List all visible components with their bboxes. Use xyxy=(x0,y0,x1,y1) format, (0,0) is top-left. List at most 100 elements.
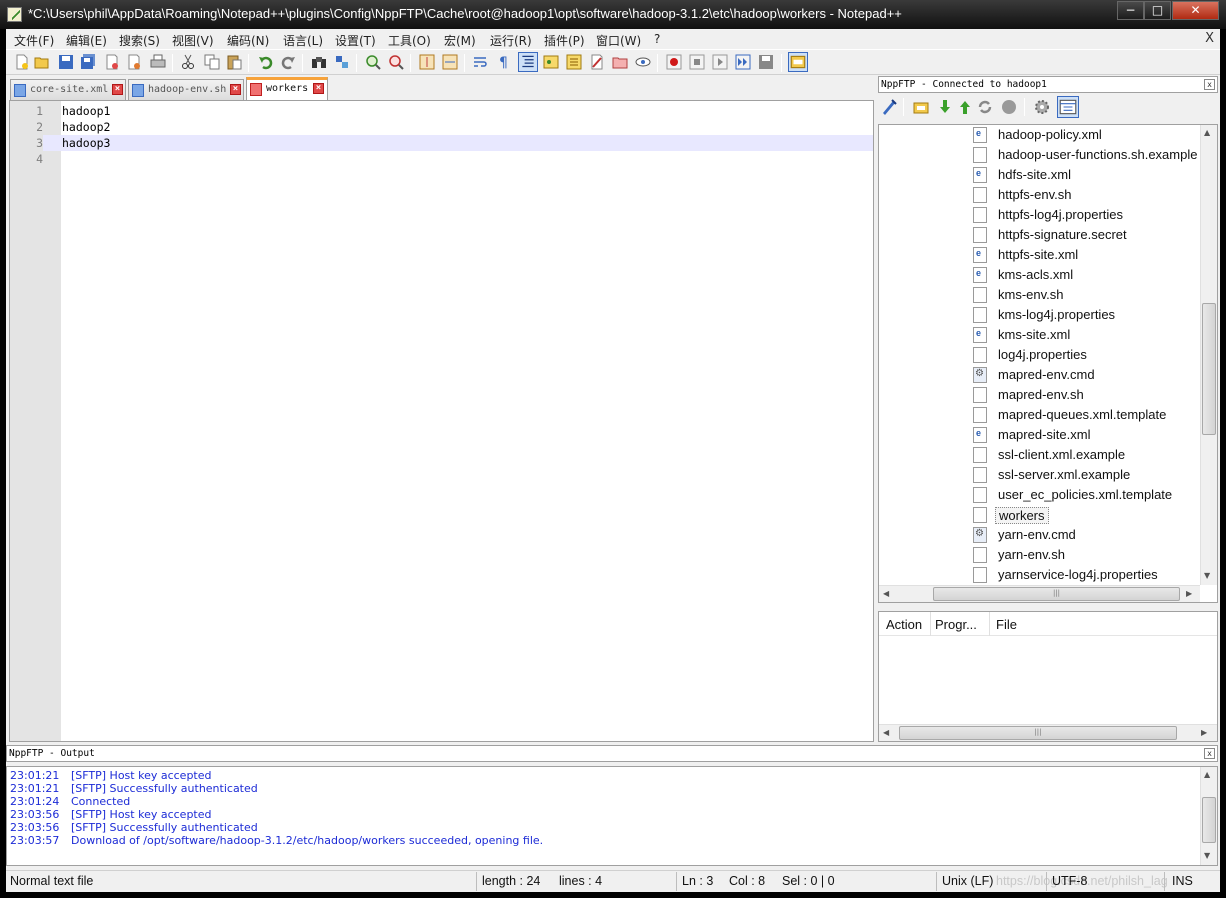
download-icon[interactable] xyxy=(936,98,954,116)
message-window-icon[interactable] xyxy=(1057,96,1079,118)
panel-close-icon[interactable]: x xyxy=(1204,79,1215,90)
tab-core-site-xml[interactable]: core-site.xml × xyxy=(10,79,126,100)
find-icon[interactable] xyxy=(311,54,327,70)
open-file-icon[interactable] xyxy=(34,54,50,70)
sync-vertical-icon[interactable] xyxy=(419,54,435,70)
status-eol[interactable]: Unix (LF) xyxy=(942,874,993,888)
menu-view[interactable]: 视图(V) xyxy=(172,32,214,49)
line-text[interactable]: hadoop1 xyxy=(62,103,110,119)
status-insert-mode[interactable]: INS xyxy=(1172,874,1193,888)
nppftp-show-icon[interactable] xyxy=(788,52,808,72)
line-text[interactable]: hadoop3 xyxy=(62,135,110,151)
replace-icon[interactable] xyxy=(334,54,350,70)
refresh-icon[interactable] xyxy=(976,98,994,116)
scroll-thumb[interactable] xyxy=(1202,303,1216,435)
menu-search[interactable]: 搜索(S) xyxy=(119,32,160,49)
scroll-left-icon[interactable]: ◀ xyxy=(883,728,889,737)
menu-macro[interactable]: 宏(M) xyxy=(444,32,476,49)
menu-file[interactable]: 文件(F) xyxy=(14,32,54,49)
menu-plugins[interactable]: 插件(P) xyxy=(544,32,585,49)
editor-line[interactable]: 1 hadoop1 xyxy=(10,103,873,119)
scroll-down-icon[interactable]: ▼ xyxy=(1204,851,1210,860)
editor-line[interactable]: 4 xyxy=(10,151,873,167)
scroll-up-icon[interactable]: ▲ xyxy=(1204,128,1210,137)
close-icon[interactable] xyxy=(104,54,120,70)
eye-icon[interactable] xyxy=(635,54,651,70)
new-file-icon[interactable] xyxy=(14,54,30,70)
transfer-queue[interactable]: Action Progr... File ◀ ||| ▶ xyxy=(878,611,1218,742)
close-document-x[interactable]: X xyxy=(1205,31,1214,46)
queue-col-progress[interactable]: Progr... xyxy=(935,617,977,632)
scroll-right-icon[interactable]: ▶ xyxy=(1201,728,1207,737)
close-all-icon[interactable] xyxy=(126,54,142,70)
abort-icon[interactable] xyxy=(1000,98,1018,116)
scroll-thumb[interactable]: ||| xyxy=(933,587,1180,601)
remote-file-tree[interactable]: hadoop-policy.xml hadoop-user-functions.s… xyxy=(878,124,1218,603)
record-macro-icon[interactable] xyxy=(666,54,682,70)
zoom-out-icon[interactable] xyxy=(388,54,404,70)
close-window-button[interactable]: ✕ xyxy=(1172,1,1219,20)
tab-hadoop-env-sh[interactable]: hadoop-env.sh × xyxy=(128,79,244,100)
redo-icon[interactable] xyxy=(280,54,296,70)
paste-icon[interactable] xyxy=(226,54,242,70)
menu-run[interactable]: 运行(R) xyxy=(490,32,532,49)
notepadpp-app-icon[interactable] xyxy=(7,7,22,22)
menu-window[interactable]: 窗口(W) xyxy=(596,32,641,49)
zoom-in-icon[interactable] xyxy=(365,54,381,70)
queue-horizontal-scrollbar[interactable]: ◀ ||| ▶ xyxy=(879,724,1217,741)
minimize-button[interactable]: − xyxy=(1117,1,1144,20)
status-encoding[interactable]: UTF-8 xyxy=(1052,874,1087,888)
settings-icon[interactable] xyxy=(1033,98,1051,116)
function-list-icon[interactable] xyxy=(566,54,582,70)
menu-settings[interactable]: 设置(T) xyxy=(335,32,376,49)
queue-col-action[interactable]: Action xyxy=(886,617,922,632)
download-folder-icon[interactable] xyxy=(912,98,930,116)
connect-icon[interactable] xyxy=(880,98,898,116)
scroll-thumb[interactable] xyxy=(1202,797,1216,843)
menu-edit[interactable]: 编辑(E) xyxy=(66,32,107,49)
menu-tools[interactable]: 工具(O) xyxy=(388,32,431,49)
folder-workspace-icon[interactable] xyxy=(589,54,605,70)
scroll-thumb[interactable]: ||| xyxy=(899,726,1177,740)
run-macro-multiple-icon[interactable] xyxy=(735,54,751,70)
upload-icon[interactable] xyxy=(956,98,974,116)
cut-icon[interactable] xyxy=(180,54,196,70)
tab-close-icon[interactable]: × xyxy=(230,84,241,95)
save-icon[interactable] xyxy=(58,54,74,70)
monitor-icon[interactable] xyxy=(612,54,628,70)
stop-record-icon[interactable] xyxy=(689,54,705,70)
sync-horizontal-icon[interactable] xyxy=(442,54,458,70)
copy-icon[interactable] xyxy=(204,54,220,70)
play-macro-icon[interactable] xyxy=(712,54,728,70)
queue-col-file[interactable]: File xyxy=(996,617,1017,632)
save-all-icon[interactable] xyxy=(80,54,96,70)
scroll-left-icon[interactable]: ◀ xyxy=(883,589,889,598)
scroll-down-icon[interactable]: ▼ xyxy=(1204,571,1210,580)
scroll-right-icon[interactable]: ▶ xyxy=(1186,589,1192,598)
editor-line-current[interactable]: 3 hadoop3 xyxy=(10,135,873,151)
output-log[interactable]: 23:01:21 [SFTP] Host key accepted 23:01:2… xyxy=(6,766,1218,866)
undo-icon[interactable] xyxy=(258,54,274,70)
save-macro-icon[interactable] xyxy=(758,54,774,70)
tree-horizontal-scrollbar[interactable]: ◀ ||| ▶ xyxy=(879,585,1200,602)
column-divider[interactable] xyxy=(930,612,931,636)
menu-encoding[interactable]: 编码(N) xyxy=(227,32,269,49)
output-vertical-scrollbar[interactable]: ▲ ▼ xyxy=(1200,767,1217,865)
word-wrap-icon[interactable] xyxy=(473,54,489,70)
line-text[interactable]: hadoop2 xyxy=(62,119,110,135)
doc-map-icon[interactable] xyxy=(543,54,559,70)
column-divider[interactable] xyxy=(989,612,990,636)
tree-vertical-scrollbar[interactable]: ▲ ▼ xyxy=(1200,125,1217,585)
menu-help[interactable]: ? xyxy=(654,32,660,46)
tab-close-icon[interactable]: × xyxy=(313,83,324,94)
indent-guide-icon[interactable] xyxy=(518,52,538,72)
scroll-up-icon[interactable]: ▲ xyxy=(1204,770,1210,779)
editor-line[interactable]: 2 hadoop2 xyxy=(10,119,873,135)
show-all-chars-icon[interactable]: ¶ xyxy=(496,54,512,70)
panel-close-icon[interactable]: x xyxy=(1204,748,1215,759)
menu-language[interactable]: 语言(L) xyxy=(283,32,323,49)
print-icon[interactable] xyxy=(150,54,166,70)
tab-workers[interactable]: workers × xyxy=(246,77,328,100)
text-editor[interactable]: 1 hadoop1 2 hadoop2 3 hadoop3 4 xyxy=(9,100,874,742)
maximize-button[interactable]: □ xyxy=(1144,1,1171,20)
